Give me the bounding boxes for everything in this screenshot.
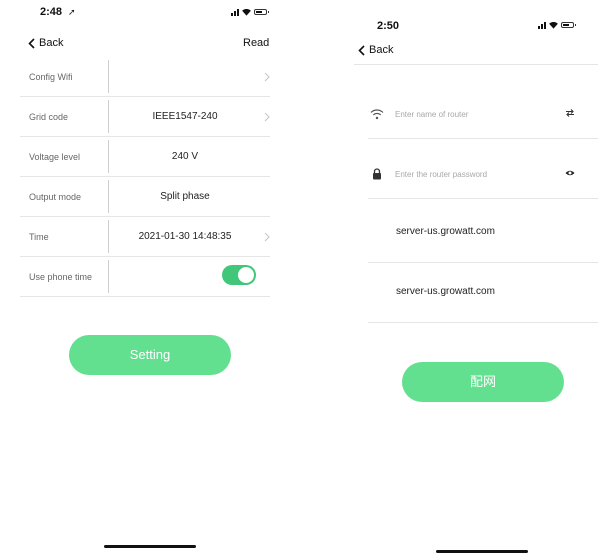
server-address: server-us.growatt.com — [396, 226, 495, 237]
config-network-button[interactable]: 配网 — [402, 362, 564, 402]
row-value: 240 V — [171, 151, 199, 162]
router-password-input[interactable] — [395, 166, 545, 182]
status-time: 2:50 — [377, 20, 400, 32]
row-voltage-level: Voltage level 240 V — [20, 137, 270, 177]
chevron-right-icon — [264, 232, 270, 242]
row-value: 2021-01-30 14:48:35 — [138, 231, 232, 242]
back-label: Back — [39, 37, 64, 49]
back-label: Back — [369, 44, 394, 56]
row-label: Voltage level — [29, 152, 81, 162]
row-divider — [108, 60, 109, 93]
swap-icon[interactable] — [565, 108, 575, 118]
wifi-icon — [370, 109, 384, 120]
row-use-phone-time: Use phone time — [20, 257, 270, 297]
status-icons — [538, 21, 576, 29]
back-button[interactable]: Back — [28, 37, 63, 49]
row-time[interactable]: Time 2021-01-30 14:48:35 — [20, 217, 270, 257]
battery-icon — [254, 9, 269, 15]
wifi-config-screen: 2:50 Back server-us.growatt.com — [348, 0, 598, 553]
chevron-left-icon — [358, 44, 365, 56]
row-label: Use phone time — [29, 272, 93, 282]
chevron-right-icon — [264, 72, 270, 82]
row-config-wifi[interactable]: Config Wifi — [20, 57, 270, 97]
row-divider — [108, 260, 109, 293]
wifi-status-icon — [242, 8, 251, 16]
router-name-input[interactable] — [395, 106, 545, 122]
wifi-status-icon — [549, 21, 558, 29]
location-arrow-icon: ➚ — [68, 7, 76, 17]
eye-icon[interactable] — [565, 168, 575, 178]
setting-button[interactable]: Setting — [69, 335, 231, 375]
row-label: Grid code — [29, 112, 69, 122]
chevron-left-icon — [28, 37, 35, 49]
row-grid-code[interactable]: Grid code IEEE1547-240 — [20, 97, 270, 137]
status-icons — [231, 8, 269, 16]
router-password-field — [368, 149, 598, 199]
status-time: 2:48 — [40, 6, 63, 18]
row-label: Time — [29, 232, 49, 242]
cellular-signal-icon — [231, 8, 239, 16]
server-address: server-us.growatt.com — [396, 286, 495, 297]
lock-icon — [373, 168, 381, 180]
row-label: Config Wifi — [29, 72, 73, 82]
toggle-knob — [238, 267, 254, 283]
header-divider — [354, 64, 598, 65]
back-button[interactable]: Back — [358, 44, 393, 56]
row-output-mode: Output mode Split phase — [20, 177, 270, 217]
use-phone-time-toggle[interactable] — [222, 265, 256, 285]
row-label: Output mode — [29, 192, 82, 202]
inverter-settings-screen: 2:48 ➚ Back Read Config Wifi Grid code I… — [0, 0, 298, 553]
router-name-field — [368, 89, 598, 139]
server-address-row[interactable]: server-us.growatt.com — [368, 203, 598, 263]
battery-icon — [561, 22, 576, 28]
server-address-row[interactable]: server-us.growatt.com — [368, 263, 598, 323]
read-button[interactable]: Read — [243, 37, 269, 49]
chevron-right-icon — [264, 112, 270, 122]
cellular-signal-icon — [538, 21, 546, 29]
row-value: Split phase — [160, 191, 210, 202]
home-indicator — [104, 545, 196, 548]
row-value: IEEE1547-240 — [152, 111, 218, 122]
